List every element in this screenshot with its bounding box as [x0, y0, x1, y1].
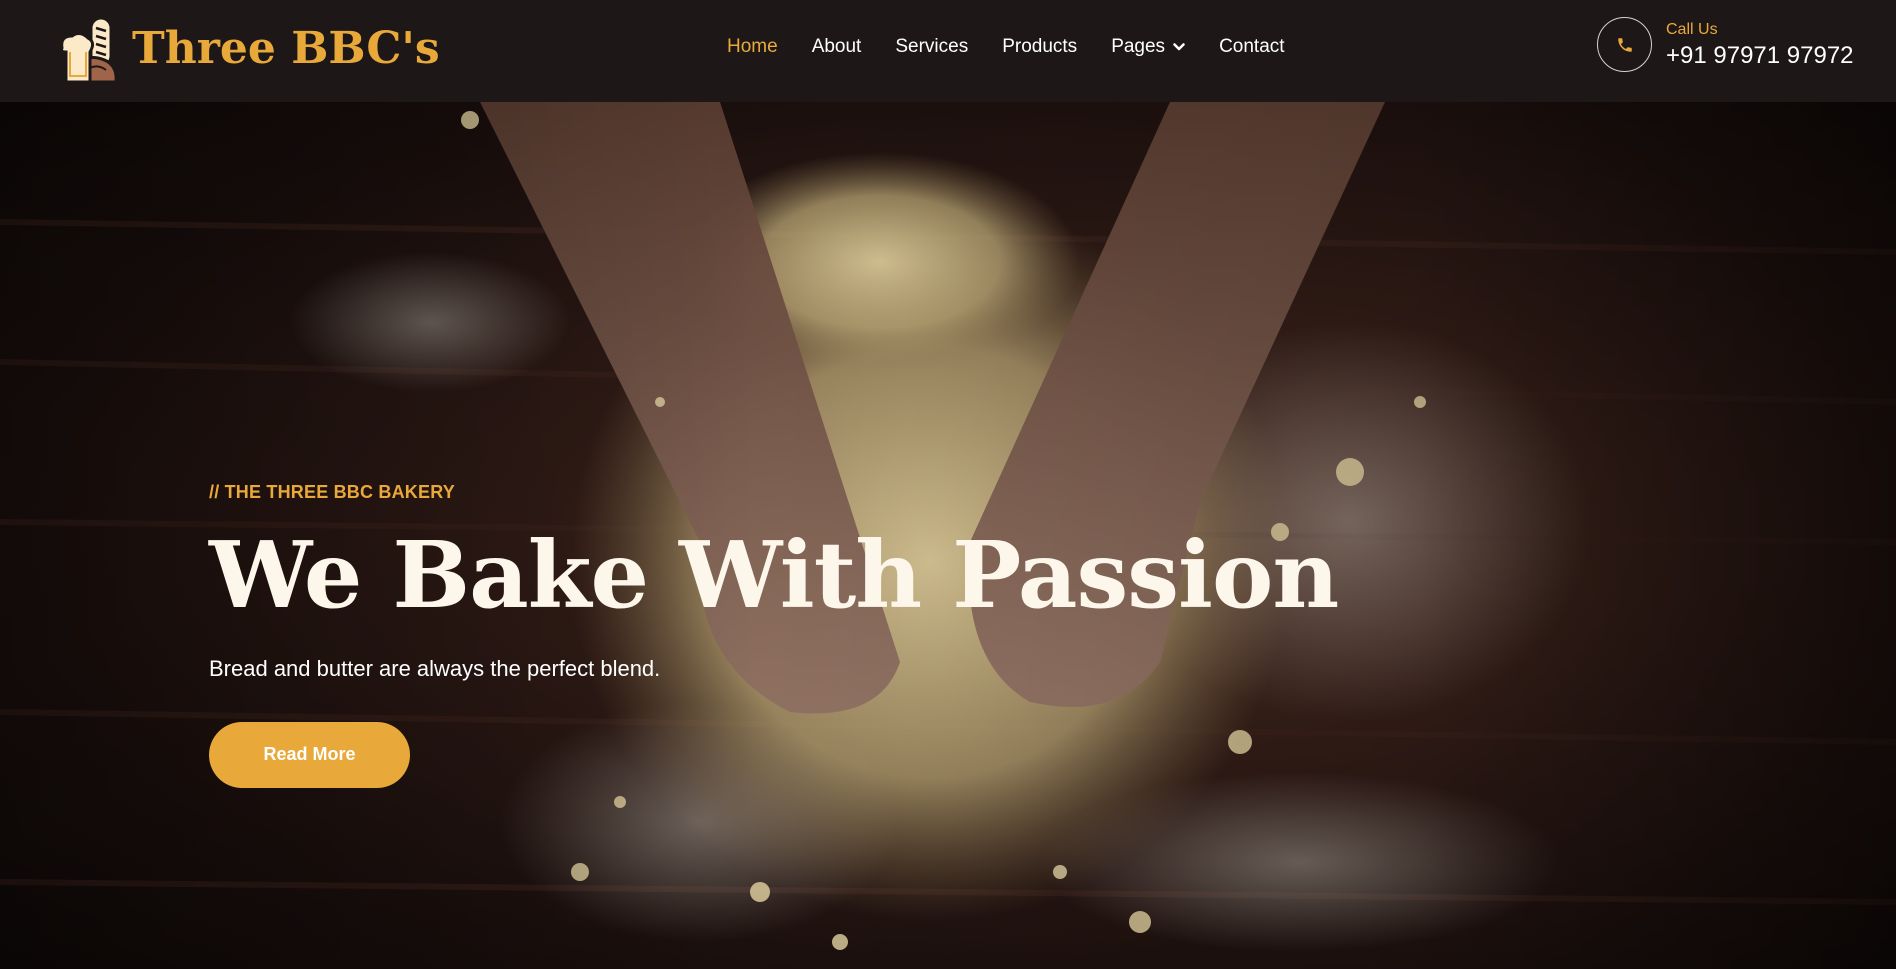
hero-subtitle: Bread and butter are always the perfect … [209, 655, 661, 681]
bread-logo-icon [60, 16, 118, 84]
hero-content: // THE THREE BBC BAKERY We Bake With Pas… [209, 482, 1339, 788]
chevron-down-icon [1173, 43, 1185, 51]
hero-title: We Bake With Passion [209, 521, 1339, 629]
phone-number[interactable]: +91 97971 97972 [1666, 42, 1854, 69]
main-nav: Home About Services Products Pages Conta… [727, 0, 1319, 94]
nav-about[interactable]: About [812, 36, 862, 58]
hero-section: // THE THREE BBC BAKERY We Bake With Pas… [0, 102, 1896, 969]
site-header: Three BBC's Home About Services Products… [0, 0, 1896, 102]
nav-home[interactable]: Home [727, 36, 778, 58]
call-label: Call Us [1666, 20, 1718, 38]
brand-logo[interactable]: Three BBC's [58, 12, 440, 86]
call-us-block[interactable]: Call Us +91 97971 97972 [1597, 17, 1854, 72]
nav-pages[interactable]: Pages [1111, 36, 1185, 58]
nav-products[interactable]: Products [1002, 36, 1077, 58]
brand-name: Three BBC's [132, 23, 440, 74]
read-more-button[interactable]: Read More [209, 721, 410, 788]
nav-contact[interactable]: Contact [1219, 36, 1284, 58]
hero-eyebrow: // THE THREE BBC BAKERY [209, 482, 455, 502]
nav-pages-label: Pages [1111, 36, 1166, 57]
call-text: Call Us +91 97971 97972 [1666, 20, 1854, 70]
phone-icon [1617, 37, 1632, 52]
nav-services[interactable]: Services [895, 36, 968, 58]
phone-button[interactable] [1597, 17, 1652, 72]
